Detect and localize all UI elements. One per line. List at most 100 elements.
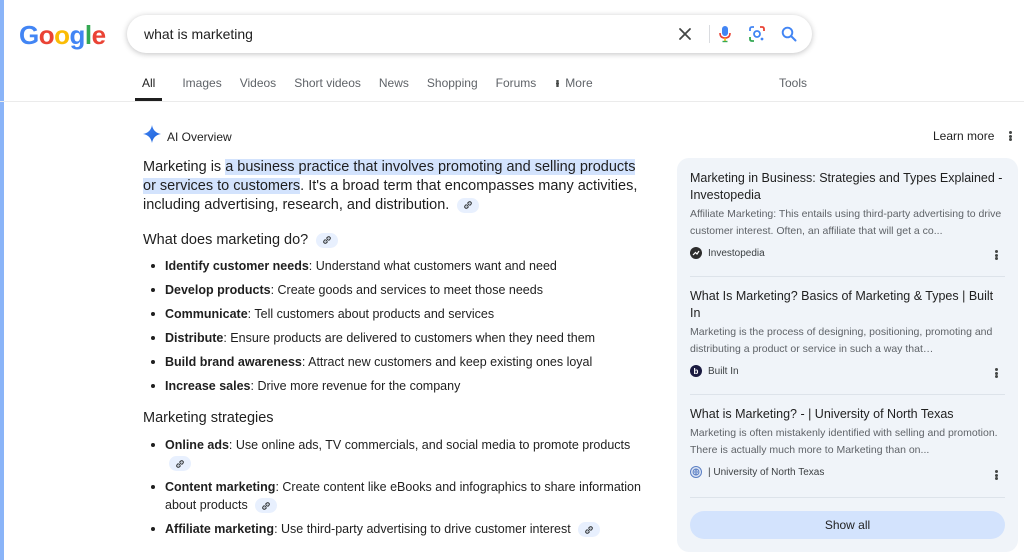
gemini-sparkle-icon xyxy=(143,125,161,148)
list-item-desc: : Drive more revenue for the company xyxy=(250,379,461,393)
list-item-term: Identify customer needs xyxy=(165,259,309,273)
list-item-term: Affiliate marketing xyxy=(165,522,275,536)
citation-link-icon[interactable] xyxy=(578,522,601,538)
citation-link-icon[interactable] xyxy=(316,232,339,248)
list-item-term: Communicate xyxy=(165,307,248,321)
built-in-favicon-icon: b xyxy=(690,365,702,377)
card-divider xyxy=(690,394,1005,395)
tab-label: More xyxy=(565,76,593,90)
sources-panel: Marketing in Business: Strategies and Ty… xyxy=(677,158,1018,552)
source-site: | University of North Texas xyxy=(690,464,1005,480)
section-heading: What does marketing do? xyxy=(143,232,643,248)
list-item: Build brand awareness: Attract new custo… xyxy=(143,353,643,371)
list-item-desc: : Understand what customers want and nee… xyxy=(308,259,557,273)
ai-overview-title: AI Overview xyxy=(167,129,232,144)
citation-link-icon[interactable] xyxy=(255,498,278,514)
tab-videos[interactable]: Videos xyxy=(240,70,276,101)
search-tabs: All Images Videos Short videos News Shop… xyxy=(135,70,611,101)
list-item-desc: : Create goods and services to meet thos… xyxy=(270,283,543,297)
citation-link-icon[interactable] xyxy=(457,197,480,213)
source-title[interactable]: What is Marketing? - | University of Nor… xyxy=(690,406,1005,423)
source-card-unt[interactable]: What is Marketing? - | University of Nor… xyxy=(690,406,1005,480)
search-icon[interactable] xyxy=(779,24,799,44)
search-input[interactable] xyxy=(144,15,664,53)
left-accent-bar xyxy=(0,0,4,560)
microphone-icon[interactable] xyxy=(715,24,735,44)
source-site-name: Investopedia xyxy=(708,247,765,259)
tab-label: Shopping xyxy=(426,76,478,90)
search-divider xyxy=(709,25,710,43)
tab-shopping[interactable]: Shopping xyxy=(427,70,478,101)
logo-letter: e xyxy=(91,20,106,50)
marketing-strategies-list: Online ads: Use online ads, TV commercia… xyxy=(143,436,643,538)
list-item-desc: : Tell customers about products and serv… xyxy=(247,307,495,321)
list-item-term: Online ads xyxy=(165,438,229,452)
show-all-button[interactable]: Show all xyxy=(690,511,1005,539)
list-item: Distribute: Ensure products are delivere… xyxy=(143,329,643,347)
source-site: Investopedia xyxy=(690,245,1005,261)
list-item-desc: : Ensure products are delivered to custo… xyxy=(223,331,596,345)
more-dots-icon xyxy=(554,78,560,89)
learn-more-link[interactable]: Learn more xyxy=(933,129,994,143)
source-card-built-in[interactable]: What Is Marketing? Basics of Marketing &… xyxy=(690,288,1005,379)
list-item-term: Develop products xyxy=(165,283,271,297)
tab-label: Videos xyxy=(239,76,277,90)
search-box xyxy=(127,15,812,53)
list-item: Communicate: Tell customers about produc… xyxy=(143,305,643,323)
tab-label: Forums xyxy=(495,76,537,90)
tab-news[interactable]: News xyxy=(379,70,409,101)
google-logo[interactable]: Google xyxy=(19,20,106,51)
list-item-term: Build brand awareness xyxy=(165,355,302,369)
marketing-functions-list: Identify customer needs: Understand what… xyxy=(143,257,643,395)
section-heading: Marketing strategies xyxy=(143,410,274,426)
clear-icon[interactable] xyxy=(675,24,695,44)
section-heading-text: What does marketing do? xyxy=(143,232,309,248)
source-site-name: | University of North Texas xyxy=(708,466,825,478)
tools-button[interactable]: Tools xyxy=(779,70,807,97)
summary-highlight: a business practice that involves promot… xyxy=(225,159,636,175)
tab-label: Short videos xyxy=(294,76,361,90)
tab-all[interactable]: All xyxy=(135,70,163,101)
summary-highlight: or services to customers xyxy=(143,178,301,194)
list-item-term: Increase sales xyxy=(165,379,251,393)
list-item: Affiliate marketing: Use third-party adv… xyxy=(143,520,643,538)
ai-overview-summary: Marketing is a business practice that in… xyxy=(143,158,643,215)
source-title[interactable]: Marketing in Business: Strategies and Ty… xyxy=(690,170,1005,204)
tab-more[interactable]: More xyxy=(554,70,593,101)
logo-letter: g xyxy=(69,20,86,50)
ai-overview-menu-icon[interactable] xyxy=(1004,129,1016,143)
citation-link-icon[interactable] xyxy=(169,456,191,472)
list-item-desc: : Use online ads, TV commercials, and so… xyxy=(228,438,631,452)
list-item-term: Content marketing xyxy=(165,480,276,494)
tab-images[interactable]: Images xyxy=(182,70,221,101)
source-menu-icon[interactable] xyxy=(990,366,1002,380)
source-menu-icon[interactable] xyxy=(990,468,1002,482)
tab-label: Images xyxy=(182,76,222,90)
logo-letter: l xyxy=(84,20,92,50)
list-item: Content marketing: Create content like e… xyxy=(143,478,643,514)
list-item: Increase sales: Drive more revenue for t… xyxy=(143,377,643,395)
google-lens-icon[interactable] xyxy=(747,24,767,44)
ai-overview-body: Marketing is a business practice that in… xyxy=(143,158,643,538)
source-card-investopedia[interactable]: Marketing in Business: Strategies and Ty… xyxy=(690,170,1005,261)
tabs-divider xyxy=(0,101,1024,102)
source-menu-icon[interactable] xyxy=(990,248,1002,262)
investopedia-favicon-icon xyxy=(690,247,702,259)
source-snippet: Marketing is the process of designing, p… xyxy=(690,326,993,355)
card-divider xyxy=(690,276,1005,277)
source-snippet: Affiliate Marketing: This entails using … xyxy=(690,208,1002,237)
summary-text: Marketing is xyxy=(143,159,226,175)
source-site-name: Built In xyxy=(708,365,739,377)
list-item-term: Distribute xyxy=(165,331,224,345)
source-snippet: Marketing is often mistakenly identified… xyxy=(690,427,998,456)
logo-letter: o xyxy=(54,20,70,50)
card-divider xyxy=(690,497,1005,498)
logo-letter: G xyxy=(19,20,39,50)
tab-forums[interactable]: Forums xyxy=(496,70,537,101)
source-title[interactable]: What Is Marketing? Basics of Marketing &… xyxy=(690,288,1005,322)
list-item: Online ads: Use online ads, TV commercia… xyxy=(143,436,643,472)
tab-short-videos[interactable]: Short videos xyxy=(294,70,361,101)
list-item: Develop products: Create goods and servi… xyxy=(143,281,643,299)
tab-label: All xyxy=(142,76,156,90)
list-item-desc: : Use third-party advertising to drive c… xyxy=(274,522,571,536)
